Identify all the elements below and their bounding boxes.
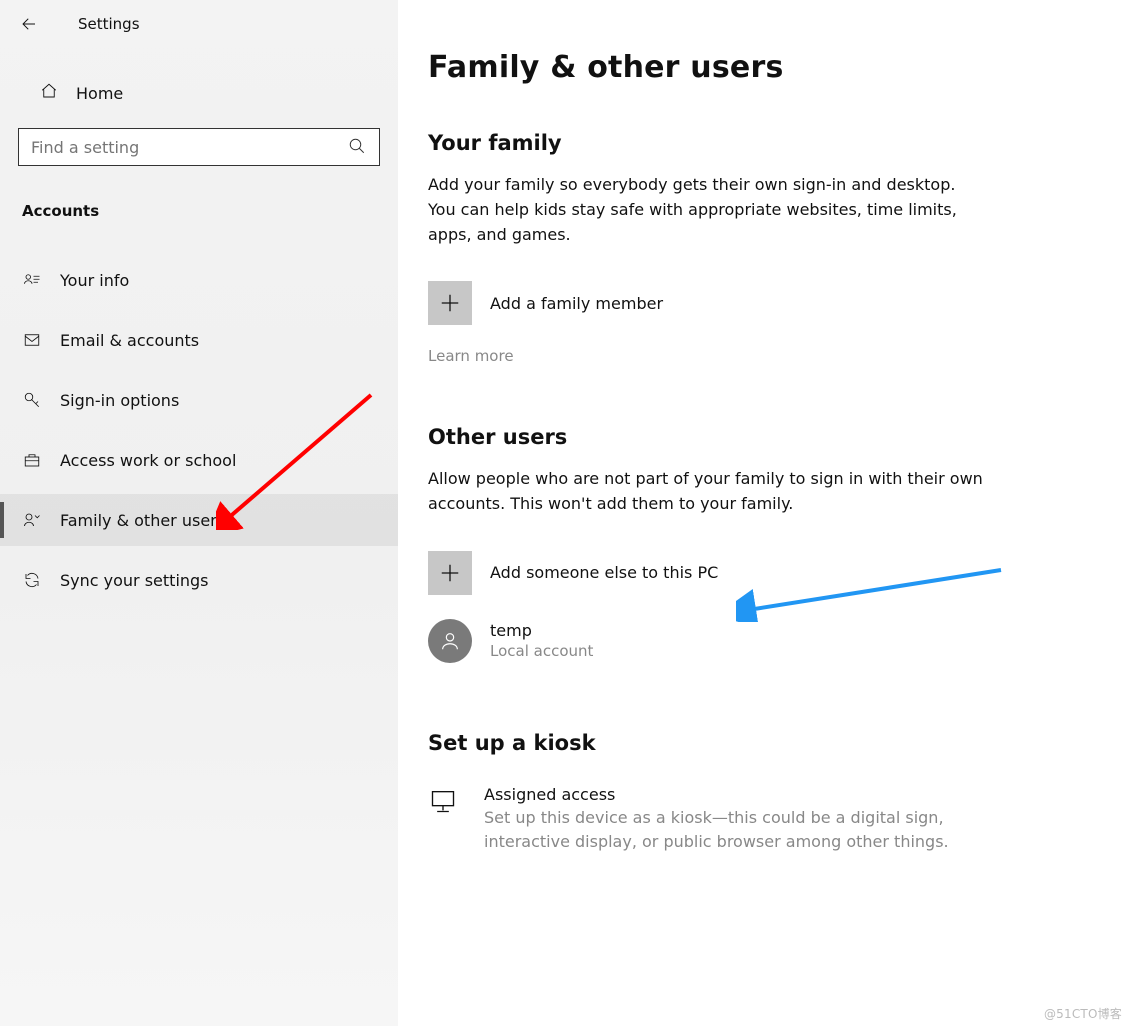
home-label: Home [76, 84, 123, 103]
sidebar-item-label: Sign-in options [60, 391, 179, 410]
user-avatar [428, 619, 472, 663]
kiosk-heading: Set up a kiosk [428, 731, 1128, 755]
monitor-icon [428, 785, 458, 854]
sidebar-item-email-accounts[interactable]: Email & accounts [0, 314, 398, 366]
search-input[interactable] [18, 128, 380, 166]
sidebar-item-label: Your info [60, 271, 129, 290]
add-family-member-button[interactable]: Add a family member [428, 281, 1128, 325]
search-icon [348, 137, 368, 157]
sidebar-item-family-other-users[interactable]: Family & other users [0, 494, 398, 546]
assigned-access-item[interactable]: Assigned access Set up this device as a … [428, 785, 1128, 854]
assigned-access-desc: Set up this device as a kiosk—this could… [484, 806, 954, 854]
user-subtitle: Local account [490, 642, 593, 660]
other-users-desc: Allow people who are not part of your fa… [428, 467, 984, 517]
mail-icon [22, 330, 42, 350]
sidebar-item-label: Email & accounts [60, 331, 199, 350]
home-nav-item[interactable]: Home [0, 70, 398, 116]
key-icon [22, 390, 42, 410]
assigned-access-title: Assigned access [484, 785, 954, 804]
sidebar-item-sign-in-options[interactable]: Sign-in options [0, 374, 398, 426]
sidebar-item-label: Sync your settings [60, 571, 209, 590]
family-desc: Add your family so everybody gets their … [428, 173, 984, 247]
add-other-user-button[interactable]: Add someone else to this PC [428, 551, 1128, 595]
plus-tile [428, 551, 472, 595]
people-icon [22, 510, 42, 530]
page-title: Family & other users [428, 50, 1128, 85]
learn-more-link[interactable]: Learn more [428, 347, 1128, 365]
back-arrow-icon [20, 15, 38, 33]
user-name: temp [490, 621, 593, 640]
kiosk-text: Assigned access Set up this device as a … [484, 785, 954, 854]
sidebar-group-title: Accounts [0, 202, 398, 220]
add-family-label: Add a family member [490, 294, 663, 313]
other-users-heading: Other users [428, 425, 1128, 449]
plus-tile [428, 281, 472, 325]
sidebar-item-access-work-school[interactable]: Access work or school [0, 434, 398, 486]
home-icon [40, 82, 58, 104]
back-button[interactable] [18, 13, 40, 35]
sidebar-item-label: Access work or school [60, 451, 236, 470]
plus-icon [439, 292, 461, 314]
sidebar-item-label: Family & other users [60, 511, 225, 530]
sidebar-item-sync-settings[interactable]: Sync your settings [0, 554, 398, 606]
settings-sidebar: Settings Home Accounts Your info Email &… [0, 0, 398, 1026]
person-card-icon [22, 270, 42, 290]
sidebar-nav: Your info Email & accounts Sign-in optio… [0, 254, 398, 606]
plus-icon [439, 562, 461, 584]
user-item-temp[interactable]: temp Local account [428, 619, 1128, 663]
family-heading: Your family [428, 131, 1128, 155]
briefcase-icon [22, 450, 42, 470]
user-labels: temp Local account [490, 621, 593, 660]
sidebar-header: Settings [0, 0, 398, 36]
settings-main: Family & other users Your family Add you… [398, 0, 1128, 1026]
watermark: @51CTO博客 [1044, 1005, 1122, 1022]
app-title: Settings [78, 15, 140, 33]
add-other-user-label: Add someone else to this PC [490, 563, 718, 582]
sync-icon [22, 570, 42, 590]
sidebar-item-your-info[interactable]: Your info [0, 254, 398, 306]
person-icon [439, 630, 461, 652]
search-container [18, 128, 380, 166]
